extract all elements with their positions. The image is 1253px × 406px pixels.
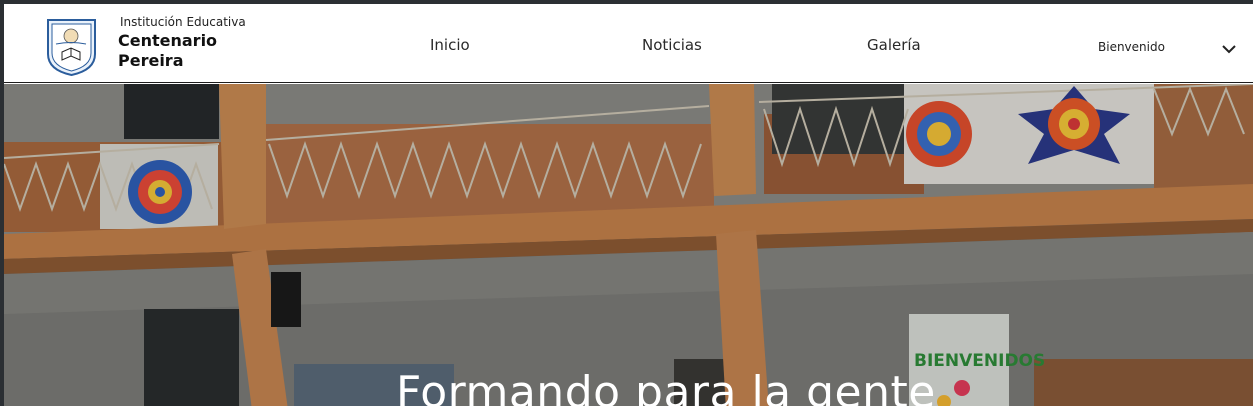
chevron-down-icon[interactable] — [1220, 40, 1238, 54]
brand-subtitle: Institución Educativa — [120, 15, 246, 29]
school-logo[interactable] — [40, 14, 103, 77]
user-menu-label[interactable]: Bienvenido — [1098, 40, 1165, 54]
nav-link-galeria[interactable]: Galería — [867, 36, 921, 54]
school-crest-icon — [47, 19, 96, 77]
hero-banner: BIENVENIDOS Formando para la gente — [4, 84, 1253, 406]
brand-name-line1: Centenario — [118, 31, 218, 50]
school-building-photo: BIENVENIDOS — [4, 84, 1253, 406]
nav-link-inicio[interactable]: Inicio — [430, 36, 470, 54]
brand-name[interactable]: Centenario Pereira — [118, 31, 258, 71]
hero-title: Formando para la gente — [396, 367, 936, 406]
browser-viewport: Institución Educativa Centenario Pereira… — [4, 4, 1253, 406]
site-header: Institución Educativa Centenario Pereira… — [4, 4, 1253, 83]
brand-name-line2: Pereira — [118, 51, 184, 70]
nav-link-noticias[interactable]: Noticias — [642, 36, 702, 54]
